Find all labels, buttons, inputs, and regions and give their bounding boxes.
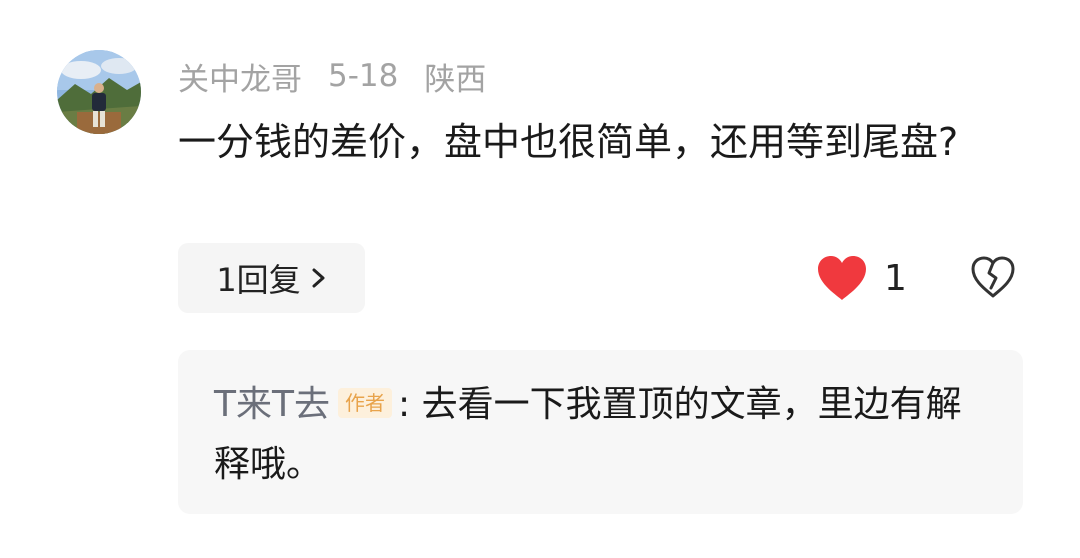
- broken-heart-icon: [971, 256, 1015, 298]
- reply-username[interactable]: T来T去: [214, 384, 330, 425]
- reply-content: T来T去 作者: 去看一下我置顶的文章，里边有解释哦。: [214, 375, 994, 495]
- reply-count-label: 1回复: [216, 261, 301, 299]
- like-button[interactable]: 1: [816, 250, 907, 306]
- comment-username[interactable]: 关中龙哥: [178, 54, 302, 99]
- comment-meta: 关中龙哥 5-18 陕西: [178, 54, 487, 99]
- heart-filled-icon: [818, 256, 866, 300]
- author-badge: 作者: [337, 388, 392, 418]
- dislike-button[interactable]: [970, 255, 1016, 299]
- view-replies-button[interactable]: 1回复: [178, 243, 365, 313]
- comment-date: 5-18: [328, 58, 399, 94]
- avatar-photo: [57, 50, 141, 134]
- user-avatar[interactable]: [57, 50, 141, 134]
- reply-separator: :: [397, 384, 411, 425]
- comment-text: 一分钱的差价，盘中也很简单，还用等到尾盘?: [178, 120, 959, 164]
- like-count: 1: [884, 257, 907, 299]
- chevron-right-icon: [312, 268, 325, 288]
- comment-location: 陕西: [424, 61, 487, 98]
- reply-card[interactable]: T来T去 作者: 去看一下我置顶的文章，里边有解释哦。: [178, 350, 1023, 514]
